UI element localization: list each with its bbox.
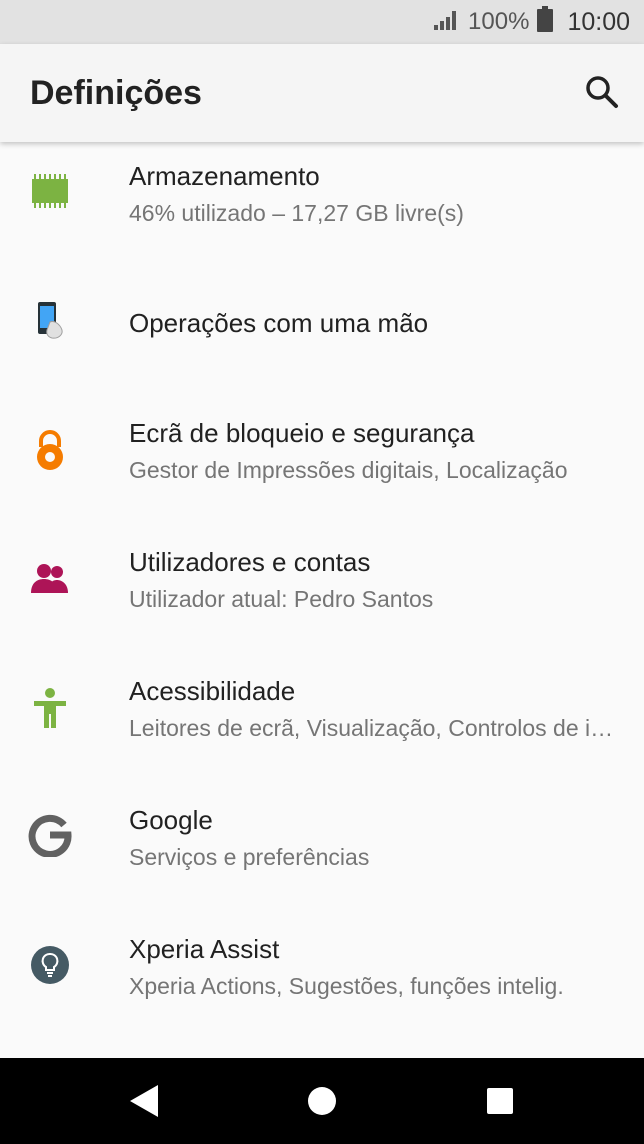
settings-item-title: Utilizadores e contas (129, 547, 371, 577)
settings-item-lock-security[interactable]: Ecrã de bloqueio e segurança Gestor de I… (0, 400, 644, 528)
home-button[interactable] (302, 1081, 342, 1121)
settings-list: Armazenamento 46% utilizado – 17,27 GB l… (0, 142, 644, 1058)
home-icon (308, 1087, 336, 1115)
signal-icon (434, 8, 460, 37)
status-indicators: 100% 10:00 (434, 0, 630, 44)
settings-item-title: Ecrã de bloqueio e segurança (129, 418, 475, 448)
page-title: Definições (30, 74, 202, 112)
settings-item-subtitle: Serviços e preferências (129, 844, 370, 870)
settings-item-xperia-assist[interactable]: Xperia Assist Xperia Actions, Sugestões,… (0, 916, 644, 1044)
settings-item-title: Xperia Assist (129, 934, 280, 964)
settings-item-subtitle: Utilizador atual: Pedro Santos (129, 586, 434, 612)
settings-item-title: Acessibilidade (129, 676, 296, 706)
back-button[interactable] (124, 1081, 164, 1121)
battery-icon (537, 5, 554, 39)
search-button[interactable] (582, 72, 622, 112)
settings-item-subtitle: Gestor de Impressões digitais, Localizaç… (129, 457, 568, 483)
battery-percent: 100% (468, 8, 530, 35)
settings-item-google[interactable]: Google Serviços e preferências (0, 787, 644, 915)
settings-item-title: Google (129, 805, 213, 835)
settings-item-users-accounts[interactable]: Utilizadores e contas Utilizador atual: … (0, 529, 644, 657)
settings-item-subtitle: 46% utilizado – 17,27 GB livre(s) (129, 200, 464, 226)
clock: 10:00 (567, 7, 630, 36)
status-bar: 100% 10:00 (0, 0, 644, 44)
storage-chip-icon (28, 169, 72, 213)
users-icon (28, 557, 72, 601)
settings-item-title: Armazenamento (129, 161, 320, 191)
lightbulb-icon (28, 943, 72, 987)
back-icon (130, 1085, 158, 1117)
settings-item-storage[interactable]: Armazenamento 46% utilizado – 17,27 GB l… (0, 142, 644, 270)
lock-icon (28, 428, 72, 472)
settings-item-one-hand[interactable]: Operações com uma mão (0, 270, 644, 372)
app-bar: Definições (0, 44, 644, 142)
accessibility-icon (28, 686, 72, 730)
search-icon (586, 76, 618, 108)
recents-button[interactable] (480, 1081, 520, 1121)
one-hand-phone-icon (28, 298, 72, 342)
settings-item-accessibility[interactable]: Acessibilidade Leitores de ecrã, Visuali… (0, 658, 644, 786)
settings-item-subtitle: Leitores de ecrã, Visualização, Controlo… (129, 715, 617, 741)
google-icon (28, 813, 72, 857)
navigation-bar (0, 1058, 644, 1144)
recents-icon (487, 1088, 513, 1114)
settings-item-subtitle: Xperia Actions, Sugestões, funções intel… (129, 973, 564, 999)
settings-item-title: Operações com uma mão (129, 308, 429, 338)
